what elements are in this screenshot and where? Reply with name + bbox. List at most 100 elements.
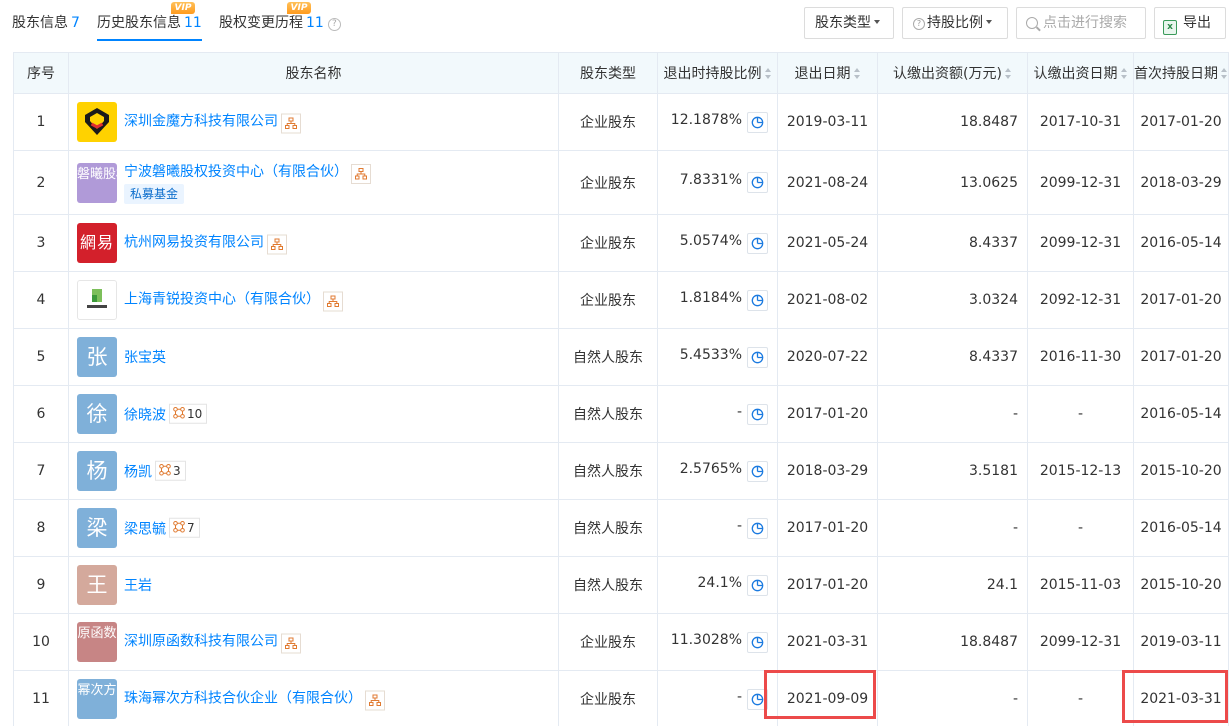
row-index: 11 <box>13 670 69 726</box>
first-holding-date: 2016-05-14 <box>1133 499 1229 557</box>
relation-badge[interactable]: 3 <box>155 460 186 481</box>
company-logo <box>77 280 117 320</box>
shareholder-name-link[interactable]: 张宝英 <box>124 350 166 366</box>
shareholder-name-link[interactable]: 梁思毓 <box>124 521 166 537</box>
col-header-exit-ratio[interactable]: 退出时持股比例 <box>657 52 778 94</box>
subscribed-date: - <box>1027 385 1134 443</box>
shareholder-type: 企业股东 <box>558 670 658 726</box>
sort-icon[interactable] <box>1120 68 1128 79</box>
subscribed-date: 2015-12-13 <box>1027 442 1134 500</box>
pie-chart-icon[interactable] <box>747 460 768 482</box>
exit-ratio: 24.1% <box>697 574 742 591</box>
exit-date: 2017-01-20 <box>777 499 878 557</box>
vip-badge: VIP <box>171 2 195 14</box>
exit-ratio: 2.5765% <box>679 460 742 477</box>
relation-icon <box>159 463 173 478</box>
help-icon: ? <box>913 18 925 30</box>
pie-chart-icon[interactable] <box>747 574 768 596</box>
shareholder-name-link[interactable]: 上海青锐投资中心（有限合伙） <box>124 292 320 308</box>
exit-ratio: 5.0574% <box>679 232 742 249</box>
row-index: 10 <box>13 613 69 671</box>
shareholder-name-link[interactable]: 王岩 <box>124 578 152 594</box>
exit-ratio-cell: - <box>657 385 778 443</box>
subscribed-capital: - <box>877 499 1028 557</box>
shareholder-name-link[interactable]: 宁波磐曦股权投资中心（有限合伙） <box>124 164 348 180</box>
col-header-name: 股东名称 <box>68 52 559 94</box>
pie-chart-icon[interactable] <box>747 517 768 539</box>
row-index: 9 <box>13 556 69 614</box>
avatar: 王 <box>77 565 117 605</box>
equity-tree-icon[interactable] <box>267 234 287 255</box>
tab-shareholder-info[interactable]: 股东信息 7 <box>12 14 80 38</box>
first-holding-date: 2019-03-11 <box>1133 613 1229 671</box>
tab-history-shareholder-info[interactable]: 历史股东信息 11 <box>97 14 202 41</box>
shareholder-name-link[interactable]: 深圳金魔方科技有限公司 <box>124 114 278 130</box>
relation-icon <box>173 406 187 421</box>
pie-chart-icon[interactable] <box>747 172 768 193</box>
name-line: 张宝英 <box>124 347 166 367</box>
vip-badge: VIP <box>287 2 311 14</box>
avatar: 杨 <box>77 451 117 491</box>
subscribed-date: 2017-10-31 <box>1027 93 1134 151</box>
col-header-capital[interactable]: 认缴出资额(万元) <box>877 52 1028 94</box>
shareholder-name-cell: 網易 杭州网易投资有限公司 <box>68 214 559 272</box>
sort-icon[interactable] <box>1221 68 1228 79</box>
shareholder-name-link[interactable]: 杭州网易投资有限公司 <box>124 235 264 251</box>
subscribed-date: - <box>1027 670 1134 726</box>
name-line: 徐晓波 10 <box>124 403 208 425</box>
first-holding-date: 2017-01-20 <box>1133 93 1229 151</box>
exit-date: 2018-03-29 <box>777 442 878 500</box>
sort-icon[interactable] <box>1004 68 1012 79</box>
shareholder-name-link[interactable]: 徐晓波 <box>124 407 166 423</box>
avatar: 原函数 <box>77 622 117 662</box>
pie-chart-icon[interactable] <box>747 232 768 254</box>
pie-chart-icon[interactable] <box>747 289 768 311</box>
shareholder-name-link[interactable]: 深圳原函数科技有限公司 <box>124 634 278 650</box>
exit-ratio-cell: 1.8184% <box>657 271 778 329</box>
search-input[interactable] <box>1043 8 1143 38</box>
shareholder-name-link[interactable]: 珠海幂次方科技合伙企业（有限合伙） <box>124 691 362 707</box>
name-line: 王岩 <box>124 575 152 595</box>
table-row: 8 梁梁思毓 7 自然人股东 -2017-01-20- -2016-05-14 <box>13 499 1229 557</box>
equity-tree-icon[interactable] <box>281 113 301 134</box>
shareholder-name-link[interactable]: 杨凯 <box>124 464 152 480</box>
exit-ratio: 1.8184% <box>679 289 742 306</box>
exit-date: 2020-07-22 <box>777 328 878 386</box>
shareholder-name-cell: 幂次方 珠海幂次方科技合伙企业（有限合伙） <box>68 670 559 726</box>
first-holding-date: 2016-05-14 <box>1133 385 1229 443</box>
pie-chart-icon[interactable] <box>747 111 768 133</box>
relation-badge[interactable]: 7 <box>169 517 200 538</box>
tab-equity-change-history[interactable]: 股权变更历程 11? <box>219 14 341 38</box>
table-row: 11 幂次方 珠海幂次方科技合伙企业（有限合伙） 企业股东 -2021-09-09- -2… <box>13 670 1229 726</box>
equity-tree-icon[interactable] <box>365 690 385 711</box>
name-line: 深圳金魔方科技有限公司 <box>124 111 301 134</box>
tab-count: 7 <box>71 15 80 31</box>
tab-label: 股权变更历程 <box>219 15 303 31</box>
pie-chart-icon[interactable] <box>747 403 768 425</box>
exit-date: 2021-08-24 <box>777 150 878 215</box>
col-header-exit-date[interactable]: 退出日期 <box>777 52 878 94</box>
name-line: 深圳原函数科技有限公司 <box>124 631 301 654</box>
relation-badge[interactable]: 10 <box>169 403 208 424</box>
holding-ratio-dropdown[interactable]: ? 持股比例 <box>902 7 1008 39</box>
pie-chart-icon[interactable] <box>747 688 768 710</box>
equity-tree-icon[interactable] <box>281 633 301 654</box>
col-header-first-date[interactable]: 首次持股日期 <box>1133 52 1229 94</box>
export-button[interactable]: x 导出 <box>1154 7 1226 39</box>
avatar: 幂次方 <box>77 679 117 719</box>
pie-chart-icon[interactable] <box>747 631 768 653</box>
excel-icon: x <box>1163 20 1177 35</box>
equity-tree-icon[interactable] <box>323 291 343 312</box>
row-index: 4 <box>13 271 69 329</box>
shareholder-type-dropdown[interactable]: 股东类型 <box>804 7 894 39</box>
help-icon[interactable]: ? <box>327 18 341 31</box>
shareholder-type: 自然人股东 <box>558 556 658 614</box>
equity-tree-icon[interactable] <box>351 164 371 184</box>
exit-ratio: 11.3028% <box>670 631 742 648</box>
table-row: 9 王王岩 自然人股东 24.1% 2017-01-20 24.1 2015-11-03 20… <box>13 556 1229 614</box>
col-header-capital-date[interactable]: 认缴出资日期 <box>1027 52 1134 94</box>
subscribed-capital: 13.0625 <box>877 150 1028 215</box>
pie-chart-icon[interactable] <box>747 346 768 368</box>
sort-icon[interactable] <box>853 68 861 79</box>
sort-icon[interactable] <box>764 68 772 79</box>
